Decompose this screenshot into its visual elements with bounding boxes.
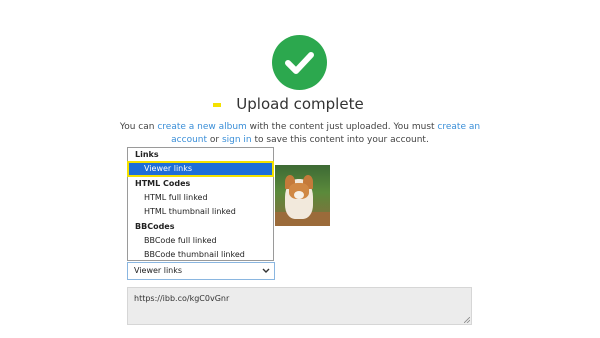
description-text: You can [119,122,158,132]
upload-description: You can create a new album with the cont… [110,121,490,147]
embed-code-text: https://ibb.co/kgC0vGnr [134,294,230,303]
description-text: or [207,135,222,145]
option-html-full-linked[interactable]: HTML full linked [128,191,273,205]
select-value: Viewer links [134,266,183,275]
embed-codes-select[interactable]: Viewer links [127,262,275,280]
optgroup-links: Links [135,150,159,159]
check-icon [272,35,327,90]
option-bbcode-thumbnail-linked[interactable]: BBCode thumbnail linked [128,248,273,262]
option-viewer-links[interactable]: Viewer links [127,161,274,177]
option-html-thumbnail-linked[interactable]: HTML thumbnail linked [128,205,273,219]
option-bbcode-full-linked[interactable]: BBCode full linked [128,234,273,248]
optgroup-html-codes: HTML Codes [135,179,191,188]
resize-handle-icon[interactable] [464,317,470,323]
create-album-link[interactable]: create a new album [157,122,246,132]
embed-code-textarea[interactable]: https://ibb.co/kgC0vGnr [127,287,472,325]
description-text: with the content just uploaded. You must [246,122,438,132]
uploaded-image-thumbnail[interactable] [275,165,330,226]
page-title: Upload complete [236,95,364,113]
sign-in-link[interactable]: sign in [222,135,252,145]
description-text: to save this content into your account. [251,135,429,145]
chevron-down-icon [262,263,270,285]
embed-codes-dropdown-list[interactable]: Links Viewer links HTML Codes HTML full … [127,147,274,261]
dog-muzzle [294,191,304,199]
upload-complete-panel: Upload complete You can create a new alb… [0,0,600,338]
optgroup-bbcodes: BBCodes [135,222,175,231]
